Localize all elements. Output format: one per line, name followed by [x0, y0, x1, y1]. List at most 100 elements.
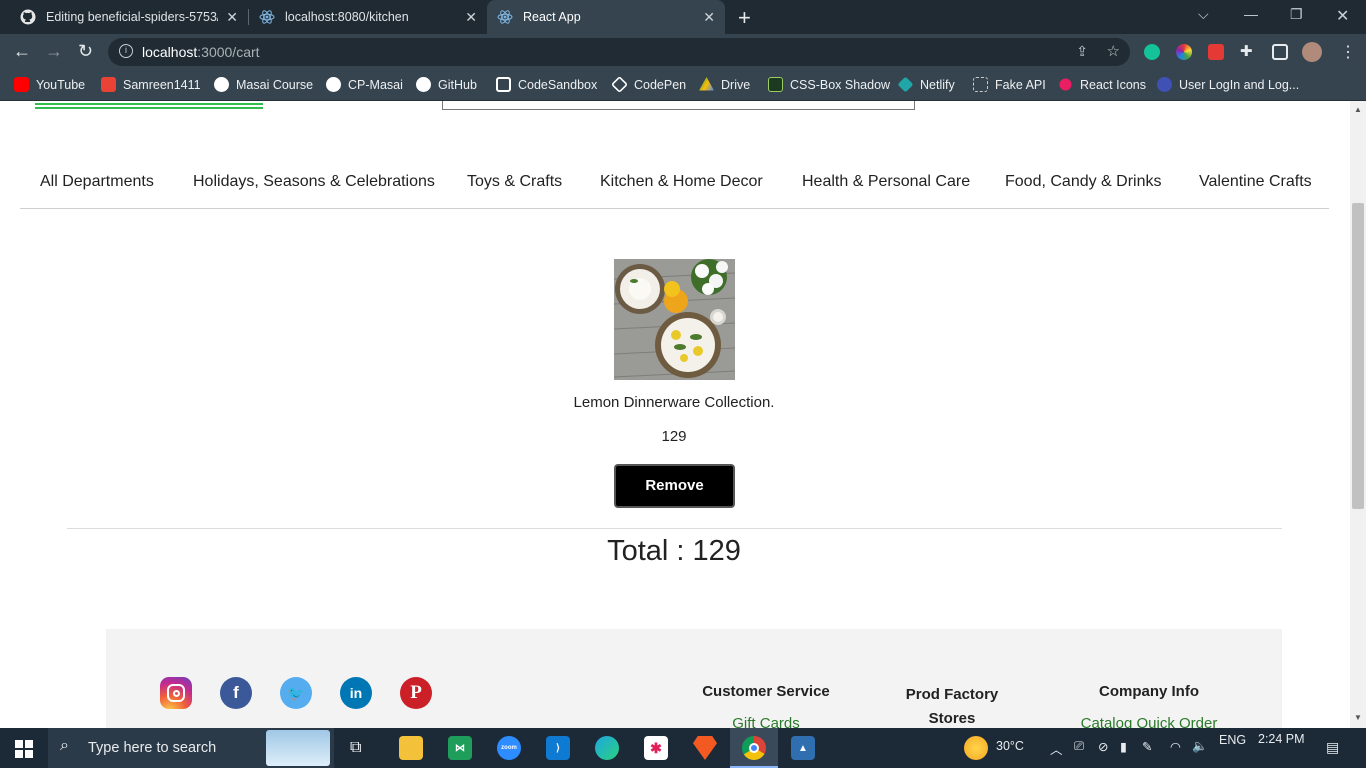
twitter-icon[interactable]: 🐦	[280, 677, 312, 709]
edge-icon[interactable]	[595, 736, 619, 760]
dept-health-personal-care[interactable]: Health & Personal Care	[802, 173, 970, 191]
pen-icon[interactable]: ✎	[1142, 739, 1152, 754]
taskbar-chrome-active[interactable]	[730, 728, 778, 768]
task-view-icon[interactable]: ⧉	[350, 739, 361, 757]
footer-col-company-info-title: Company Info	[1099, 683, 1199, 700]
tab-editing[interactable]: Editing beneficial-spiders-5753/R ✕	[8, 0, 248, 34]
bookmark-github[interactable]: GitHub	[416, 77, 477, 92]
react-icon	[259, 9, 275, 25]
restore-icon[interactable]: ❐	[1290, 6, 1303, 23]
windows-start-icon[interactable]	[15, 740, 33, 758]
clock-time[interactable]: 2:24 PM	[1258, 732, 1305, 746]
zoom-icon[interactable]: zoom	[497, 736, 521, 760]
tab-title: React App	[523, 10, 581, 24]
tab-close-icon[interactable]: ✕	[465, 9, 477, 26]
bookmark-fake-api[interactable]: Fake API	[973, 77, 1046, 92]
bookmark-react-icons[interactable]: React Icons	[1058, 77, 1146, 92]
network-icon[interactable]: ⊘	[1098, 739, 1108, 754]
close-window-icon[interactable]: ✕	[1336, 6, 1349, 26]
scroll-up-icon[interactable]: ▲	[1354, 105, 1362, 114]
volume-icon[interactable]: 🔈	[1192, 739, 1208, 754]
color-picker-icon[interactable]	[1176, 44, 1192, 60]
menu-kebab-icon[interactable]: ⋮	[1340, 42, 1356, 62]
bookmark-label: Fake API	[995, 77, 1046, 92]
linkedin-icon[interactable]: in	[340, 677, 372, 709]
tab-close-icon[interactable]: ✕	[226, 9, 238, 26]
react-icon	[497, 9, 513, 25]
bookmark-css-box-shadow[interactable]: CSS-Box Shadow	[768, 77, 890, 92]
forward-icon[interactable]: →	[45, 41, 63, 62]
bookmark-youtube[interactable]: YouTube	[14, 77, 85, 92]
bookmark-label: Masai Course	[236, 77, 314, 92]
product-name: Lemon Dinnerware Collection.	[573, 394, 775, 411]
pinterest-icon[interactable]: P	[400, 677, 432, 709]
meet-now-icon[interactable]: ⎚	[1074, 739, 1084, 754]
bookmark-masai-course[interactable]: Masai Course	[214, 77, 313, 92]
new-tab-icon[interactable]: +	[738, 5, 751, 31]
search-input[interactable]	[442, 101, 915, 110]
divider	[67, 528, 1282, 529]
browser-toolbar: ← → ↻ i localhost:3000/cart ⇪ ☆ ✚ ⋮	[0, 34, 1366, 70]
weather-sun-icon[interactable]	[964, 736, 988, 760]
tab-kitchen[interactable]: localhost:8080/kitchen ✕	[249, 0, 487, 34]
tab-close-icon[interactable]: ✕	[703, 9, 715, 26]
taskbar-search-input[interactable]: ⌕ Type here to search	[48, 728, 334, 768]
language-indicator[interactable]: ENG	[1219, 733, 1246, 747]
file-explorer-icon[interactable]	[399, 736, 423, 760]
footer-col-prod-factory-stores-title: Prod Factory Stores	[905, 686, 999, 727]
tab-react-app[interactable]: React App ✕	[487, 0, 725, 34]
brave-icon[interactable]	[693, 736, 717, 760]
extensions-puzzle-icon[interactable]: ✚	[1240, 42, 1253, 60]
bookmark-label: YouTube	[36, 77, 86, 92]
vscode-icon[interactable]: ⟩	[546, 736, 570, 760]
side-panel-icon[interactable]	[1272, 44, 1288, 60]
notifications-icon[interactable]: ▤	[1326, 739, 1339, 756]
footer-link-gift-cards[interactable]: Gift Cards	[686, 715, 846, 728]
bookmark-cp-masai[interactable]: CP-Masai	[326, 77, 403, 92]
dept-holidays[interactable]: Holidays, Seasons & Celebrations	[193, 173, 435, 191]
bookmark-label: CodePen	[634, 77, 687, 92]
weather-temperature[interactable]: 30°C	[996, 739, 1024, 753]
wifi-icon[interactable]: ◠	[1170, 739, 1181, 754]
bookmark-codesandbox[interactable]: CodeSandbox	[496, 77, 597, 92]
profile-avatar[interactable]	[1302, 42, 1322, 62]
url-text[interactable]: localhost:3000/cart	[142, 44, 260, 60]
battery-icon[interactable]: ▮	[1120, 739, 1127, 754]
facebook-icon[interactable]: f	[220, 677, 252, 709]
address-bar[interactable]: i localhost:3000/cart ⇪ ☆	[108, 38, 1130, 66]
bookmark-netlify[interactable]: Netlify	[897, 76, 955, 93]
bookmark-codepen[interactable]: CodePen	[611, 76, 687, 93]
share-icon[interactable]: ⇪	[1076, 43, 1088, 60]
footer-link-catalog-quick-order[interactable]: Catalog Quick Order	[1069, 715, 1229, 728]
dept-food-candy-drinks[interactable]: Food, Candy & Drinks	[1005, 173, 1162, 191]
dept-kitchen-home-decor[interactable]: Kitchen & Home Decor	[600, 173, 763, 191]
globe-icon	[1157, 77, 1172, 92]
dept-valentine-crafts[interactable]: Valentine Crafts	[1199, 173, 1312, 191]
photos-icon[interactable]: ▲	[791, 736, 815, 760]
bookmark-drive[interactable]: Drive	[699, 77, 750, 92]
bookmark-gmail[interactable]: Samreen1411	[101, 77, 201, 92]
grammarly-icon[interactable]	[1144, 44, 1160, 60]
visual-studio-icon[interactable]: ⋈	[448, 736, 472, 760]
footer-col-customer-service-title: Customer Service	[702, 683, 830, 700]
reload-icon[interactable]: ↻	[78, 41, 93, 62]
tab-search-chevron-icon[interactable]: ⌵	[1198, 6, 1209, 23]
bookmark-star-icon[interactable]: ☆	[1107, 42, 1120, 60]
extension-red-icon[interactable]	[1208, 44, 1224, 60]
chrome-icon	[742, 736, 766, 760]
minimize-icon[interactable]: —	[1244, 6, 1258, 22]
scroll-down-icon[interactable]: ▼	[1354, 713, 1362, 722]
bookmark-label: React Icons	[1080, 77, 1147, 92]
site-info-icon[interactable]: i	[119, 44, 133, 58]
remove-button[interactable]: Remove	[614, 464, 735, 508]
codesandbox-icon	[496, 77, 511, 92]
page-scrollbar[interactable]: ▲ ▼	[1350, 101, 1366, 728]
bookmark-user-login[interactable]: User LogIn and Log...	[1157, 77, 1299, 92]
instagram-icon[interactable]	[160, 677, 192, 709]
dept-all-departments[interactable]: All Departments	[40, 173, 154, 191]
tray-chevron-up-icon[interactable]: ︿	[1050, 739, 1063, 758]
back-icon[interactable]: ←	[13, 41, 31, 62]
scrollbar-thumb[interactable]	[1352, 203, 1364, 509]
dept-toys-crafts[interactable]: Toys & Crafts	[467, 173, 562, 191]
slack-icon[interactable]: ✱	[644, 736, 668, 760]
